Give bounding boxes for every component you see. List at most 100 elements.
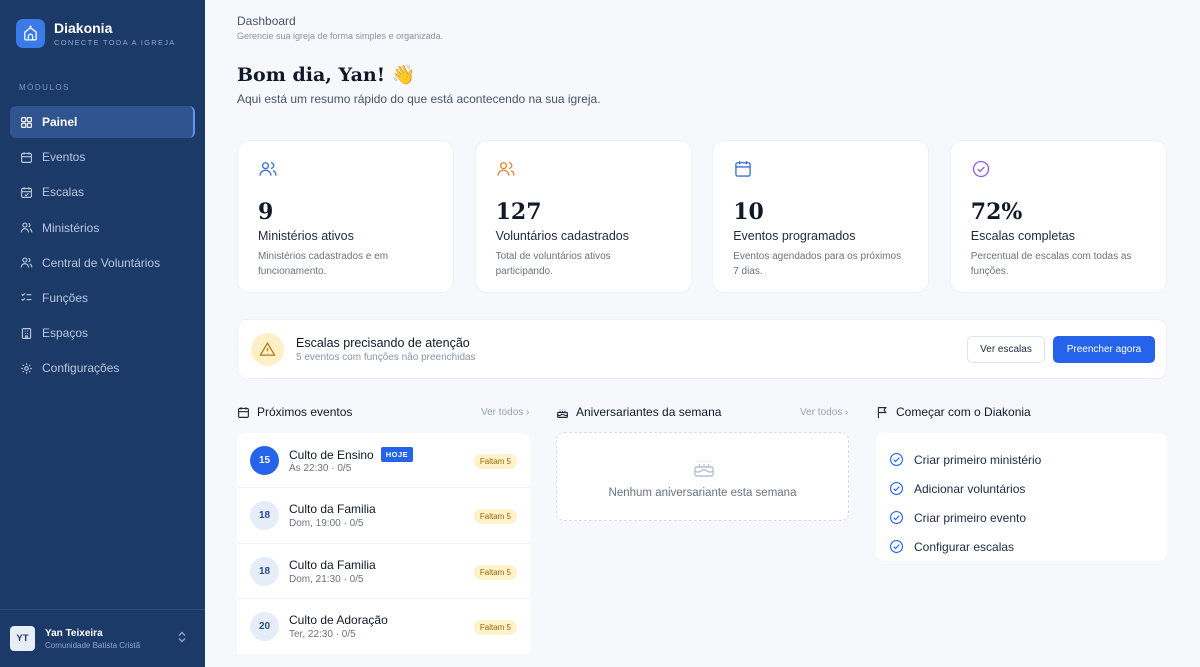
alert-title: Escalas precisando de atenção (296, 336, 470, 350)
event-time: Dom, 19:00 (289, 518, 341, 530)
event-time: Às 22:30 (289, 463, 329, 474)
getting-started-checklist: Criar primeiro ministério Adicionar volu… (876, 433, 1167, 561)
alert-subtitle: 5 eventos com funções não preenchidas (296, 352, 476, 363)
brand-name: Diakonia (54, 20, 113, 36)
event-time: Ter, 22:30 (289, 628, 333, 640)
building-icon (20, 327, 33, 340)
missing-badge: Faltam 5 (473, 509, 517, 525)
event-date-badge: 18 (250, 556, 279, 586)
check-circle-icon (890, 540, 903, 553)
church-logo-icon (16, 19, 45, 48)
calendar-icon (735, 161, 751, 177)
missing-badge: Faltam 5 (473, 564, 517, 580)
getting-started-title: Começar com o Diakonia (876, 405, 1031, 419)
sidebar-item-funcoes[interactable]: Funções (10, 282, 195, 314)
check-circle-icon (890, 453, 903, 466)
checklist-item[interactable]: Configurar escalas (876, 532, 1167, 561)
event-title: Culto de Ensino (289, 447, 374, 462)
checklist-item[interactable]: Adicionar voluntários (876, 474, 1167, 503)
calendar-check-icon (20, 186, 33, 199)
users-icon (20, 221, 33, 234)
event-date-badge: 18 (250, 501, 279, 531)
sidebar-item-escalas[interactable]: Escalas (10, 176, 195, 208)
calendar-icon (238, 406, 249, 418)
cake-icon (557, 408, 568, 418)
sidebar-section-label: MÓDULOS (19, 83, 70, 92)
stat-description: Percentual de escalas com todas as funçõ… (970, 251, 1132, 277)
stat-value: 9 (258, 199, 274, 225)
event-time-row: Ter, 22:30 · 0/5 (289, 629, 356, 640)
users-icon (497, 162, 515, 176)
events-see-all-link[interactable]: Ver todos › (481, 407, 529, 418)
sidebar-item-central-voluntarios[interactable]: Central de Voluntários (10, 247, 195, 279)
sidebar-item-configuracoes[interactable]: Configurações (10, 352, 195, 384)
list-item[interactable]: 20 Culto de Adoração Ter, 22:30 · 0/5 Fa… (237, 598, 530, 655)
brand[interactable]: Diakonia CONECTE TODA A IGREJA (16, 19, 176, 48)
list-check-icon (20, 291, 33, 304)
sidebar-nav: Painel Eventos Escalas Ministérios Centr… (10, 106, 195, 388)
list-item[interactable]: 15 Culto de Ensino HOJE Às 22:30 · 0/5 F… (237, 433, 530, 489)
event-title: Culto da Familia (289, 557, 376, 572)
event-title: Culto de Adoração (289, 612, 388, 627)
stat-description: Eventos agendados para os próximos 7 dia… (733, 251, 902, 277)
stat-card-escalas[interactable]: 72% Escalas completas Percentual de esca… (949, 140, 1167, 293)
empty-state-text: Nenhum aniversariante esta semana (608, 487, 797, 499)
chevron-up-down-icon[interactable] (177, 630, 187, 648)
greeting-subtitle: Aqui está um resumo rápido do que está a… (237, 92, 601, 106)
sidebar-item-ministerios[interactable]: Ministérios (10, 212, 195, 244)
sidebar-item-label: Escalas (42, 185, 85, 200)
event-count: · 0/5 (343, 518, 364, 530)
list-item[interactable]: 18 Culto da Familia Dom, 19:00 · 0/5 Fal… (237, 488, 530, 544)
event-count: · 0/5 (331, 463, 352, 474)
user-menu[interactable]: YT Yan Teixeira Comunidade Batista Crist… (0, 609, 205, 667)
avatar: YT (10, 626, 35, 651)
checklist-label: Configurar escalas (914, 539, 1015, 554)
missing-badge: Faltam 5 (473, 454, 517, 469)
users-icon (20, 256, 33, 269)
checklist-label: Criar primeiro evento (914, 510, 1027, 525)
birthdays-see-all-link[interactable]: Ver todos › (800, 407, 848, 418)
event-date-badge: 20 (250, 611, 279, 641)
warning-icon (251, 333, 284, 366)
attention-alert: Escalas precisando de atenção 5 eventos … (237, 319, 1167, 379)
calendar-icon (20, 151, 33, 164)
event-date-badge: 15 (250, 446, 279, 475)
stat-card-eventos[interactable]: 10 Eventos programados Eventos agendados… (712, 140, 930, 293)
stat-label: Ministérios ativos (258, 229, 354, 243)
sidebar-item-eventos[interactable]: Eventos (10, 141, 195, 173)
view-schedules-button[interactable]: Ver escalas (967, 336, 1045, 363)
fill-now-button[interactable]: Preencher agora (1053, 336, 1155, 363)
section-title: Começar com o Diakonia (896, 405, 1031, 419)
page-subtitle: Gerencie sua igreja de forma simples e o… (237, 31, 444, 41)
event-time-row: Dom, 19:00 · 0/5 (289, 518, 364, 529)
sidebar-item-label: Eventos (42, 150, 86, 165)
greeting-title: Bom dia, Yan! 👋 (237, 64, 416, 86)
stat-card-voluntarios[interactable]: 127 Voluntários cadastrados Total de vol… (474, 140, 692, 293)
checklist-item[interactable]: Criar primeiro evento (876, 503, 1167, 532)
list-item[interactable]: 18 Culto da Familia Dom, 21:30 · 0/5 Fal… (237, 543, 530, 599)
missing-badge: Faltam 5 (473, 619, 517, 635)
sidebar-item-label: Painel (42, 115, 78, 129)
checklist-label: Adicionar voluntários (914, 481, 1026, 496)
sidebar-item-espacos[interactable]: Espaços (10, 317, 195, 349)
stat-description: Ministérios cadastrados e em funcionamen… (258, 251, 389, 277)
section-title: Aniversariantes da semana (576, 405, 722, 419)
stat-label: Voluntários cadastrados (495, 229, 630, 243)
main-content: Dashboard Gerencie sua igreja de forma s… (205, 0, 1200, 667)
stat-card-ministerios[interactable]: 9 Ministérios ativos Ministérios cadastr… (237, 140, 454, 293)
gear-icon (20, 362, 33, 375)
event-count: · 0/5 (343, 573, 364, 585)
sidebar-item-painel[interactable]: Painel (10, 106, 195, 138)
brand-tagline: CONECTE TODA A IGREJA (54, 38, 176, 47)
sidebar: Diakonia CONECTE TODA A IGREJA MÓDULOS P… (0, 0, 205, 667)
event-title: Culto da Familia (289, 502, 376, 517)
stat-value: 127 (495, 199, 542, 225)
cake-icon (694, 461, 714, 477)
today-badge: HOJE (380, 447, 414, 462)
sidebar-item-label: Configurações (42, 361, 120, 376)
users-icon (259, 162, 277, 176)
grid-icon (20, 116, 33, 129)
checklist-item[interactable]: Criar primeiro ministério (876, 445, 1167, 474)
birthdays-empty-state: Nenhum aniversariante esta semana (556, 432, 849, 521)
event-time-row: Às 22:30 · 0/5 (289, 463, 351, 474)
